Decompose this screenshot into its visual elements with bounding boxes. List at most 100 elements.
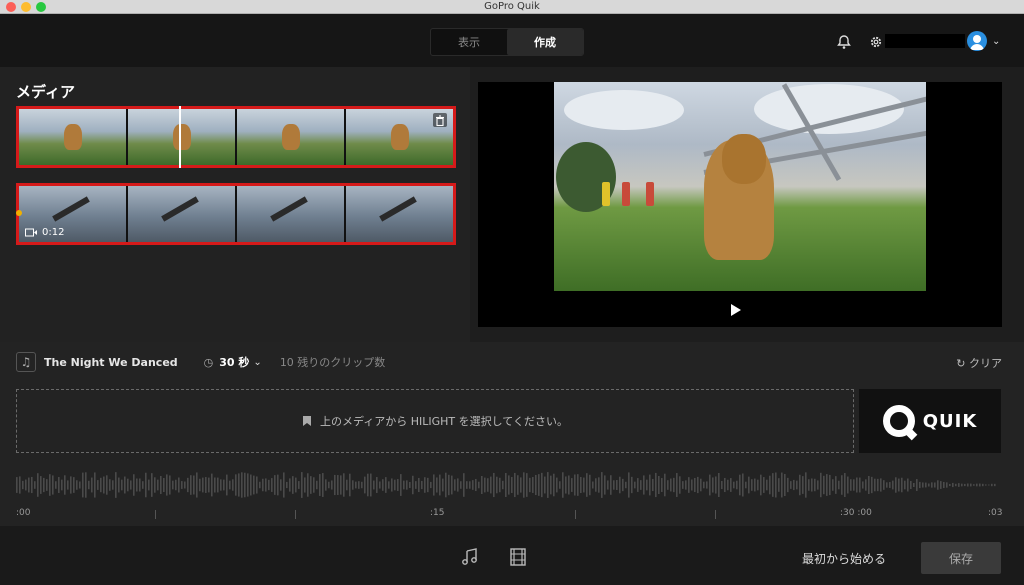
- clip-thumbnail: [237, 109, 344, 165]
- audio-waveform[interactable]: [16, 470, 996, 500]
- waveform-bar: [877, 478, 879, 492]
- waveform-bar: [679, 476, 681, 494]
- waveform-bar: [736, 480, 738, 490]
- waveform-bar: [364, 476, 366, 494]
- waveform-bar: [70, 476, 72, 494]
- music-row: ♫ The Night We Danced ◷ 30 秒 ⌄ 10 残りのクリッ…: [16, 352, 385, 372]
- waveform-bar: [292, 476, 294, 494]
- waveform-bar: [265, 478, 267, 492]
- waveform-bar: [634, 481, 636, 489]
- delete-clip-button[interactable]: [433, 113, 447, 127]
- waveform-bar: [268, 479, 270, 491]
- waveform-bar: [646, 479, 648, 491]
- waveform-bar: [517, 475, 519, 495]
- waveform-bar: [19, 476, 21, 494]
- waveform-bar: [973, 484, 975, 486]
- waveform-bar: [142, 481, 144, 489]
- waveform-bar: [937, 480, 939, 490]
- waveform-bar: [43, 477, 45, 493]
- waveform-bar: [79, 481, 81, 489]
- waveform-bar: [67, 480, 69, 490]
- account-menu-chevron-icon[interactable]: ⌄: [992, 36, 1000, 47]
- media-clip-photos[interactable]: [16, 106, 456, 168]
- preview-player[interactable]: [478, 82, 1002, 327]
- chevron-down-icon[interactable]: ⌄: [253, 357, 261, 368]
- waveform-bar: [799, 474, 801, 496]
- waveform-bar: [196, 472, 198, 498]
- waveform-bar: [481, 475, 483, 495]
- avatar[interactable]: [967, 31, 987, 51]
- waveform-bar: [943, 481, 945, 489]
- waveform-bar: [31, 476, 33, 494]
- tab-create[interactable]: 作成: [507, 29, 583, 55]
- music-note-icon[interactable]: ♫: [16, 352, 36, 372]
- waveform-bar: [244, 472, 246, 498]
- waveform-bar: [52, 475, 54, 495]
- waveform-bar: [592, 481, 594, 489]
- waveform-bar: [922, 482, 924, 488]
- waveform-bar: [826, 474, 828, 496]
- waveform-bar: [250, 474, 252, 496]
- duration-select[interactable]: 30 秒: [219, 354, 249, 370]
- waveform-bar: [124, 476, 126, 494]
- waveform-bar: [469, 481, 471, 489]
- waveform-bar: [883, 480, 885, 490]
- quik-logo-text: QUIK: [922, 410, 978, 432]
- song-title[interactable]: The Night We Danced: [44, 356, 178, 369]
- waveform-bar: [496, 476, 498, 494]
- waveform-bar: [49, 474, 51, 496]
- waveform-bar: [409, 481, 411, 489]
- highlight-dropzone[interactable]: 上のメディアから HILIGHT を選択してください。: [16, 389, 854, 453]
- waveform-bar: [385, 477, 387, 493]
- waveform-bar: [964, 483, 966, 487]
- waveform-bar: [187, 477, 189, 493]
- waveform-bar: [829, 474, 831, 496]
- waveform-bar: [172, 480, 174, 490]
- waveform-bar: [487, 478, 489, 492]
- music-icon[interactable]: [461, 548, 479, 566]
- waveform-bar: [613, 480, 615, 490]
- bell-icon[interactable]: [836, 34, 852, 50]
- clock-icon: ◷: [203, 355, 214, 369]
- waveform-bar: [541, 472, 543, 498]
- tab-view[interactable]: 表示: [431, 29, 507, 55]
- waveform-bar: [979, 483, 981, 487]
- waveform-bar: [322, 473, 324, 497]
- save-button[interactable]: 保存: [921, 542, 1001, 574]
- waveform-bar: [802, 476, 804, 494]
- waveform-bar: [397, 479, 399, 491]
- waveform-bar: [940, 481, 942, 489]
- clear-button[interactable]: ↻ クリア: [956, 355, 1002, 371]
- waveform-bar: [535, 474, 537, 496]
- waveform-bar: [796, 480, 798, 490]
- play-icon[interactable]: [731, 304, 741, 316]
- film-strip-icon[interactable]: [509, 548, 527, 566]
- waveform-bar: [523, 472, 525, 498]
- clip-playhead[interactable]: [179, 106, 181, 168]
- highlight-marker[interactable]: [16, 210, 22, 216]
- waveform-bar: [424, 477, 426, 493]
- media-clip-video[interactable]: 0:12: [16, 183, 456, 245]
- waveform-bar: [574, 474, 576, 496]
- waveform-bar: [685, 480, 687, 490]
- waveform-bar: [205, 477, 207, 493]
- waveform-bar: [595, 478, 597, 492]
- waveform-bar: [433, 474, 435, 496]
- waveform-bar: [127, 478, 129, 492]
- start-over-button[interactable]: 最初から始める: [802, 550, 886, 567]
- waveform-bar: [994, 483, 996, 487]
- media-panel: メディア 0:12: [0, 67, 470, 342]
- waveform-bar: [520, 477, 522, 493]
- gear-icon[interactable]: [868, 34, 884, 50]
- waveform-bar: [631, 476, 633, 494]
- waveform-bar: [889, 482, 891, 488]
- waveform-bar: [91, 477, 93, 493]
- waveform-bar: [178, 477, 180, 493]
- waveform-bar: [184, 481, 186, 489]
- waveform-bar: [220, 479, 222, 491]
- waveform-bar: [808, 479, 810, 491]
- waveform-bar: [55, 481, 57, 489]
- waveform-bar: [562, 472, 564, 498]
- waveform-bar: [676, 473, 678, 497]
- hilight-tag-icon: [303, 416, 312, 426]
